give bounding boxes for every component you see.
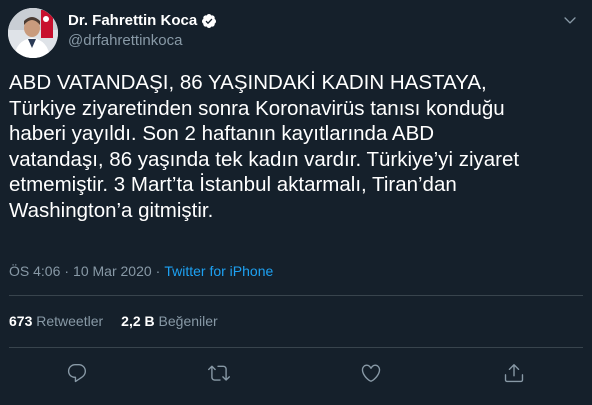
reply-icon[interactable] [66,362,88,384]
author-handle[interactable]: @drfahrettinkoca [68,32,182,49]
divider [9,295,583,296]
tweet-text-line: etmemiştir. 3 Mart’ta İstanbul aktarmalı… [9,173,457,197]
tweet-date[interactable]: 10 Mar 2020 [73,263,152,279]
retweets-stat[interactable]: 673 Retweetler [9,313,103,329]
tweet-text-line: ABD VATANDAŞI, 86 YAŞINDAKİ KADIN HASTAY… [9,71,487,94]
tweet-meta: ÖS 4:06 · 10 Mar 2020 · Twitter for iPho… [9,263,273,279]
heart-icon[interactable] [360,362,382,384]
author-name-row[interactable]: Dr. Fahrettin Koca [68,12,217,29]
chevron-down-icon[interactable] [562,12,578,28]
likes-label: Beğeniler [158,313,218,329]
tweet-card: Dr. Fahrettin Koca @drfahrettinkoca ABD … [0,0,592,405]
tweet-text-line: Washington’a gitmiştir. [9,198,214,222]
meta-separator: · [155,263,161,279]
author-display-name[interactable]: Dr. Fahrettin Koca [68,12,197,29]
avatar[interactable] [8,8,58,58]
share-icon[interactable] [503,362,525,384]
tweet-actions [0,362,592,386]
tweet-text: ABD VATANDAŞI, 86 YAŞINDAKİ KADIN HASTAY… [9,70,584,224]
tweet-time[interactable]: ÖS 4:06 [9,263,60,279]
retweet-icon[interactable] [208,362,230,384]
verified-badge-icon [201,13,217,29]
divider [9,347,583,348]
retweets-count: 673 [9,313,33,329]
likes-count: 2,2 B [121,313,155,329]
tweet-stats: 673 Retweetler 2,2 B Beğeniler [9,313,218,329]
retweets-label: Retweetler [36,313,104,329]
tweet-source-link[interactable]: Twitter for iPhone [164,263,273,279]
meta-separator: · [64,263,70,279]
tweet-text-line: haberi yayıldı. Son 2 haftanın kayıtları… [9,122,435,146]
tweet-text-line: vatandaşı, 86 yaşında tek kadın vardır. … [9,147,520,171]
tweet-text-line: Türkiye ziyaretinden sonra Koronavirüs t… [9,96,505,120]
likes-stat[interactable]: 2,2 B Beğeniler [121,313,218,329]
